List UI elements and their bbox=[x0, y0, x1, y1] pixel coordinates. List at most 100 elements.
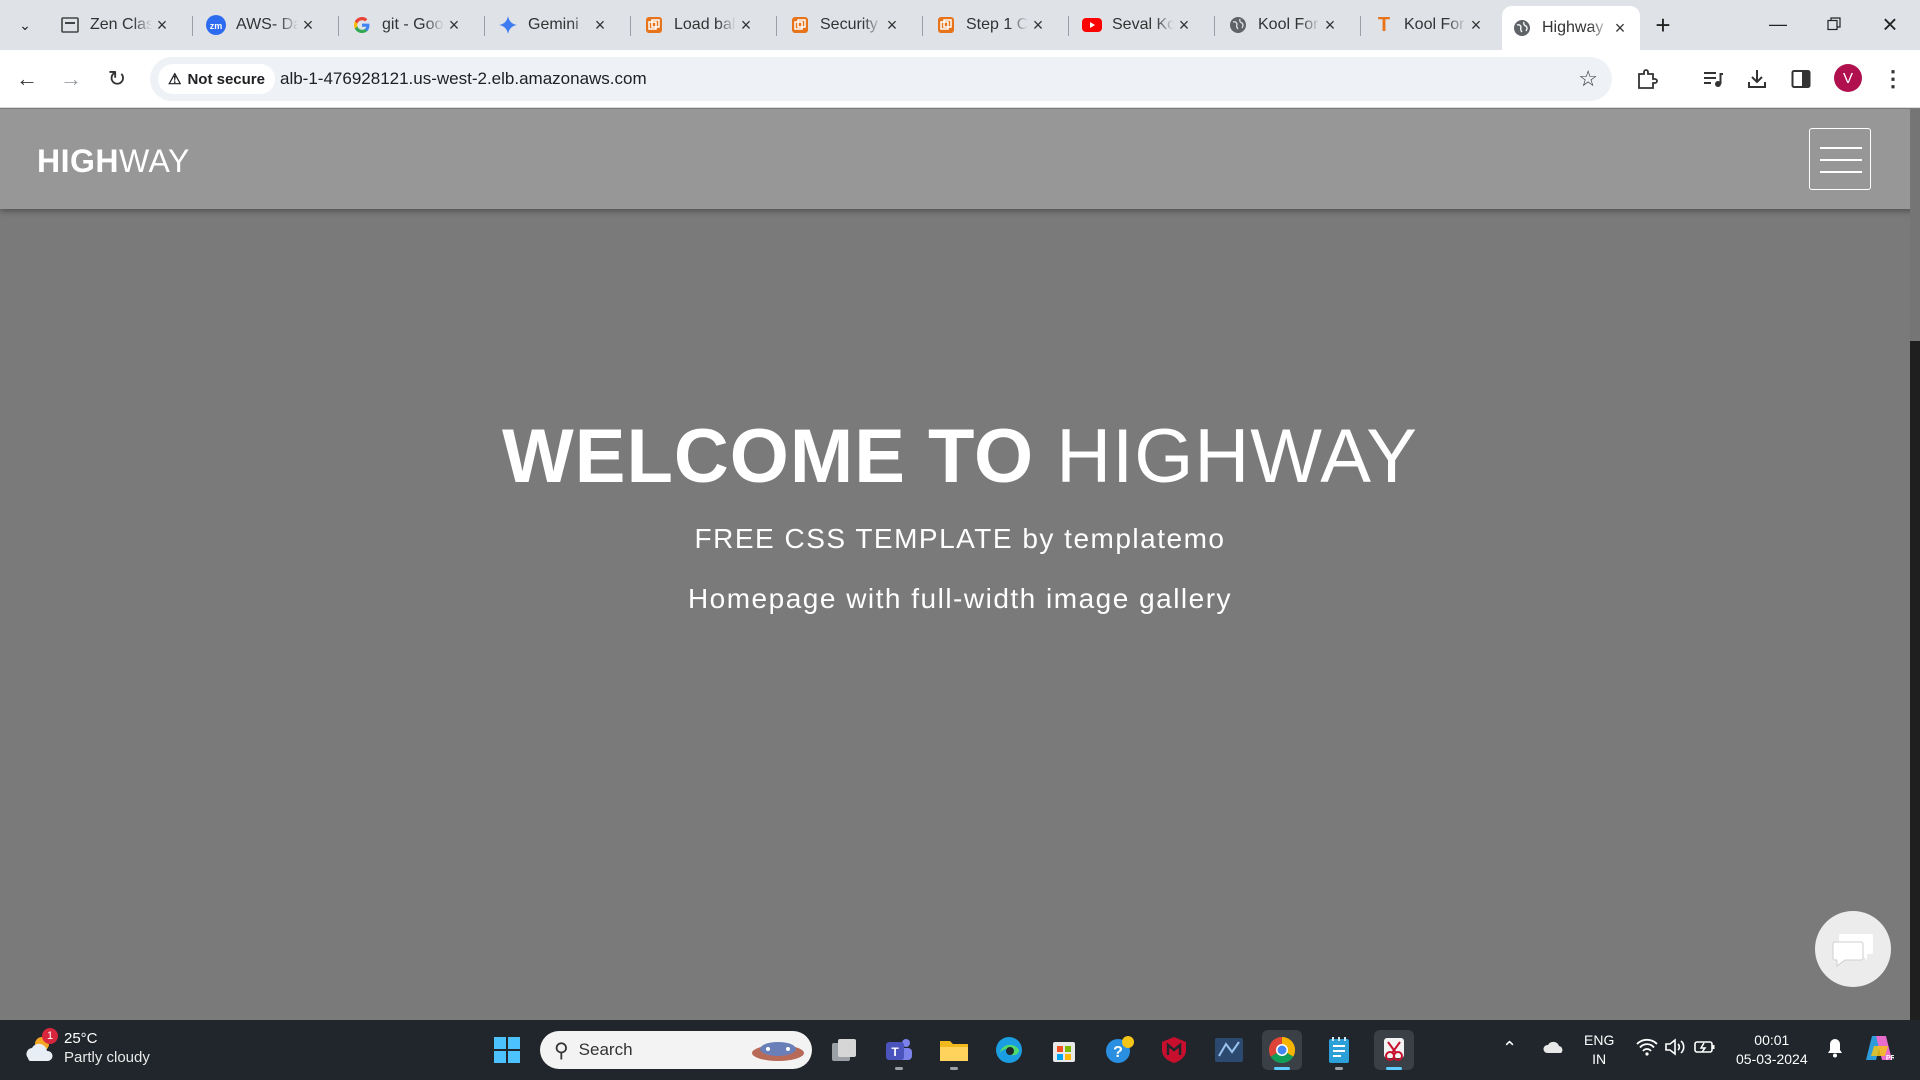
hero-title-light: HIGHWAY bbox=[1056, 414, 1418, 499]
snipping-tool-icon bbox=[1384, 1038, 1404, 1061]
close-icon[interactable]: × bbox=[152, 15, 172, 35]
forward-button[interactable]: → bbox=[54, 62, 88, 96]
mcafee-shield-icon bbox=[1162, 1037, 1186, 1063]
close-icon[interactable]: × bbox=[1028, 15, 1048, 35]
help-icon: ? bbox=[1106, 1036, 1134, 1063]
back-button[interactable]: ← bbox=[10, 62, 44, 96]
new-tab-button[interactable]: + bbox=[1648, 10, 1678, 40]
bell-icon bbox=[1828, 1039, 1842, 1058]
tab-git-google[interactable]: git - Google × bbox=[342, 6, 474, 44]
tab-kool-form-2[interactable]: T Kool For × bbox=[1364, 6, 1496, 44]
taskbar-search[interactable]: ⚲ Search bbox=[540, 1031, 812, 1069]
url-text[interactable]: alb-1-476928121.us-west-2.elb.amazonaws.… bbox=[280, 69, 647, 89]
tab-aws-day[interactable]: zm AWS- Day × bbox=[196, 6, 328, 44]
language-indicator[interactable]: ENG IN bbox=[1584, 1031, 1614, 1069]
tab-youtube[interactable]: Seval Ko × bbox=[1072, 6, 1204, 44]
profile-avatar[interactable]: V bbox=[1834, 64, 1862, 92]
battery-charging-icon bbox=[1694, 1041, 1715, 1053]
close-icon[interactable]: × bbox=[1466, 15, 1486, 35]
lang-line1: ENG bbox=[1584, 1032, 1615, 1048]
edge-app[interactable] bbox=[989, 1030, 1029, 1070]
more-vert-icon: ⋮ bbox=[1882, 66, 1904, 91]
side-panel-button[interactable] bbox=[1784, 62, 1818, 96]
copilot-button[interactable]: PRE bbox=[1864, 1034, 1901, 1067]
partly-cloudy-icon: 1 bbox=[22, 1028, 58, 1066]
network-tray[interactable] bbox=[1636, 1038, 1658, 1061]
battery-tray[interactable] bbox=[1694, 1038, 1716, 1061]
restore-button[interactable] bbox=[1806, 0, 1862, 48]
hamburger-menu-button[interactable] bbox=[1809, 128, 1871, 190]
tab-search-button[interactable]: ⌄ bbox=[10, 10, 40, 40]
arrow-left-icon: ← bbox=[16, 66, 38, 91]
close-icon[interactable]: × bbox=[444, 15, 464, 35]
tab-divider bbox=[922, 16, 923, 36]
tab-gemini[interactable]: Gemini × bbox=[488, 6, 620, 44]
notifications-button[interactable] bbox=[1826, 1038, 1844, 1063]
store-app[interactable] bbox=[1044, 1030, 1084, 1070]
minimize-icon: — bbox=[1769, 13, 1787, 34]
tab-security[interactable]: Security × bbox=[780, 6, 912, 44]
tab-strip: ⌄ Zen Class × zm AWS- Day × git - Google… bbox=[0, 0, 1920, 50]
onedrive-tray[interactable] bbox=[1542, 1038, 1566, 1059]
tab-divider bbox=[630, 16, 631, 36]
downloads-button[interactable] bbox=[1740, 62, 1774, 96]
weather-desc: Partly cloudy bbox=[64, 1049, 150, 1066]
close-icon[interactable]: × bbox=[736, 15, 756, 35]
show-hidden-icons-button[interactable]: ⌃ bbox=[1502, 1038, 1517, 1059]
task-view-button[interactable] bbox=[824, 1030, 864, 1070]
close-icon[interactable]: × bbox=[298, 15, 318, 35]
close-icon[interactable]: × bbox=[1174, 15, 1194, 35]
tab-highway[interactable]: Highway × bbox=[1502, 6, 1640, 50]
address-bar[interactable]: ⚠ Not secure alb-1-476928121.us-west-2.e… bbox=[150, 57, 1612, 101]
media-controls-button[interactable] bbox=[1696, 62, 1730, 96]
minimize-button[interactable]: — bbox=[1750, 0, 1806, 48]
scrollbar-thumb[interactable] bbox=[1910, 341, 1920, 1020]
start-button[interactable] bbox=[487, 1030, 527, 1070]
security-chip[interactable]: ⚠ Not secure bbox=[158, 64, 275, 94]
remote-app[interactable] bbox=[1209, 1030, 1249, 1070]
teams-app[interactable]: T bbox=[879, 1030, 919, 1070]
weather-widget[interactable]: 1 25°C Partly cloudy bbox=[22, 1028, 150, 1068]
running-indicator bbox=[1274, 1067, 1290, 1070]
snipping-tool-app[interactable] bbox=[1374, 1030, 1414, 1070]
chrome-app[interactable] bbox=[1262, 1030, 1302, 1070]
puzzle-icon bbox=[1638, 69, 1658, 89]
tab-title: Seval Ko bbox=[1112, 16, 1174, 33]
weather-badge: 1 bbox=[42, 1028, 58, 1044]
star-icon[interactable]: ☆ bbox=[1578, 66, 1598, 92]
tab-step-1[interactable]: Step 1 C × bbox=[926, 6, 1058, 44]
folder-icon bbox=[940, 1041, 968, 1061]
running-indicator bbox=[895, 1067, 903, 1070]
chat-widget-button[interactable] bbox=[1815, 911, 1891, 987]
notepad-app[interactable] bbox=[1319, 1030, 1359, 1070]
site-header: HIGHWAY bbox=[0, 109, 1920, 209]
close-icon[interactable]: × bbox=[882, 15, 902, 35]
tab-zen-class[interactable]: Zen Class × bbox=[50, 6, 182, 44]
get-help-app[interactable]: ? bbox=[1099, 1030, 1139, 1070]
site-logo[interactable]: HIGHWAY bbox=[37, 143, 190, 180]
hero-title-bold: WELCOME TO bbox=[502, 414, 1035, 499]
hero-subtitle: FREE CSS TEMPLATE by templatemo bbox=[694, 523, 1226, 554]
close-icon[interactable]: × bbox=[590, 15, 610, 35]
extensions-button[interactable] bbox=[1630, 62, 1664, 96]
copilot-icon: PRE bbox=[1866, 1036, 1901, 1062]
volume-tray[interactable] bbox=[1664, 1038, 1686, 1061]
aws-icon bbox=[936, 15, 956, 35]
tab-load-balancers[interactable]: Load balancers × bbox=[634, 6, 766, 44]
close-icon[interactable]: × bbox=[1610, 18, 1630, 38]
security-label: Not secure bbox=[187, 70, 265, 88]
svg-text:?: ? bbox=[1113, 1044, 1123, 1061]
mcafee-app[interactable] bbox=[1154, 1030, 1194, 1070]
weather-temp: 25°C bbox=[64, 1030, 98, 1047]
svg-text:zm: zm bbox=[210, 21, 223, 31]
file-explorer-app[interactable] bbox=[934, 1030, 974, 1070]
reload-button[interactable]: ↻ bbox=[100, 62, 134, 96]
tab-kool-form-1[interactable]: Kool For × bbox=[1218, 6, 1350, 44]
page-scrollbar[interactable] bbox=[1910, 109, 1920, 1020]
hero-tagline: Homepage with full-width image gallery bbox=[687, 583, 1233, 614]
clock[interactable]: 00:01 05-03-2024 bbox=[1736, 1031, 1808, 1069]
close-window-button[interactable]: × bbox=[1862, 0, 1918, 48]
close-icon[interactable]: × bbox=[1320, 15, 1340, 35]
tab-divider bbox=[338, 16, 339, 36]
browser-menu-button[interactable]: ⋮ bbox=[1876, 62, 1910, 96]
